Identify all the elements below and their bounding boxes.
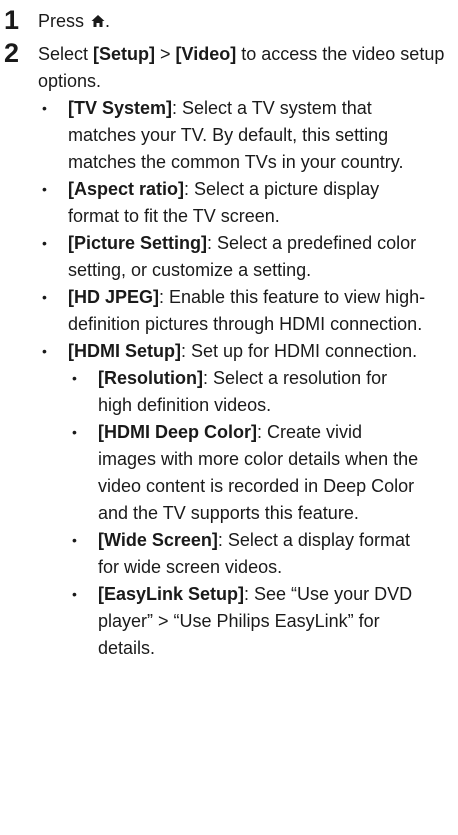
- option-label: [Wide Screen]: [98, 530, 218, 550]
- step-2: 2 Select [Setup] > [Video] to access the…: [0, 38, 458, 662]
- step-separator: >: [155, 44, 176, 64]
- step-text: Select [Setup] > [Video] to access the v…: [38, 41, 458, 95]
- option-label: [Resolution]: [98, 368, 203, 388]
- hdmi-options-list: [Resolution]: Select a resolution for hi…: [68, 365, 424, 662]
- option-description: : Set up for HDMI connection.: [180, 341, 418, 361]
- option-label: [HDMI Setup]: [68, 341, 181, 361]
- step-punct: .: [105, 11, 111, 31]
- list-item: [HD JPEG]: Enable this feature to view h…: [38, 284, 428, 338]
- option-label: [Aspect ratio]: [68, 179, 185, 199]
- option-label: [HDMI Deep Color]: [98, 422, 257, 442]
- option-label: [TV System]: [68, 98, 173, 118]
- list-item: [Picture Setting]: Select a predefined c…: [38, 230, 428, 284]
- option-label: [Picture Setting]: [68, 233, 208, 253]
- video-setup-instructions: 1 Press . 2 Select [Setup] > [Video] to …: [0, 0, 458, 835]
- menu-setup: [Setup]: [93, 44, 156, 64]
- list-item: [Resolution]: Select a resolution for hi…: [68, 365, 424, 419]
- list-item: [HDMI Setup]: Set up for HDMI connection…: [38, 338, 428, 662]
- step-number: 1: [4, 5, 20, 35]
- list-item: [TV System]: Select a TV system that mat…: [38, 95, 428, 176]
- list-item: [Aspect ratio]: Select a picture display…: [38, 176, 428, 230]
- step-text: Press: [38, 11, 85, 31]
- menu-video: [Video]: [175, 44, 237, 64]
- home-icon: [91, 15, 105, 27]
- option-label: [HD JPEG]: [68, 287, 160, 307]
- list-item: [HDMI Deep Color]: Create vivid images w…: [68, 419, 424, 527]
- video-options-list: [TV System]: Select a TV system that mat…: [38, 95, 428, 662]
- step-number: 2: [4, 38, 20, 68]
- option-label: [EasyLink Setup]: [98, 584, 245, 604]
- step-prefix: Select: [38, 44, 94, 64]
- list-item: [Wide Screen]: Select a display format f…: [68, 527, 424, 581]
- step-1: 1 Press .: [0, 5, 458, 35]
- list-item: [EasyLink Setup]: See “Use your DVD play…: [68, 581, 424, 662]
